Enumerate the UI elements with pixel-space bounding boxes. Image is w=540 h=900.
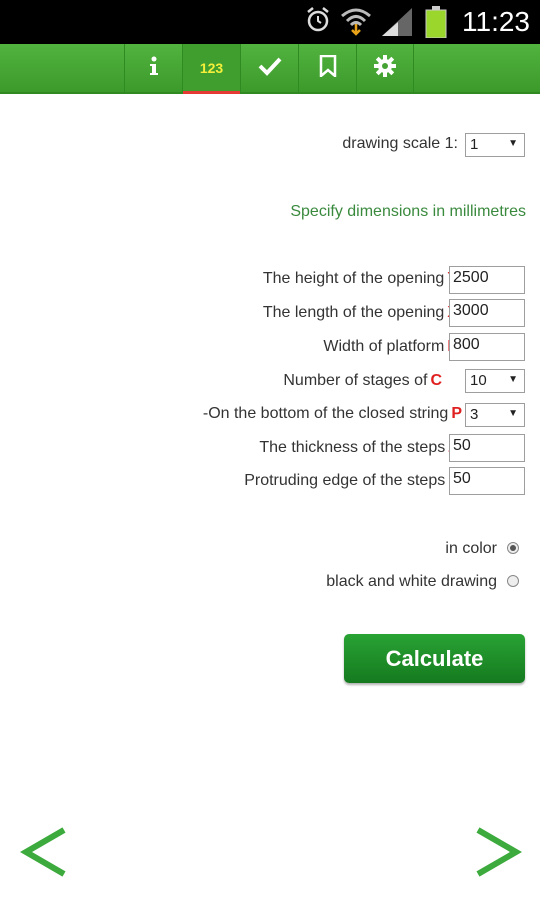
tab-calculator-label: 123	[199, 60, 224, 76]
prev-arrow-icon[interactable]	[20, 822, 68, 887]
platform-label-text: Width of platform	[323, 338, 445, 355]
height-label: The height of the openingY	[263, 270, 458, 288]
height-label-text: The height of the opening	[262, 270, 445, 287]
stages-letter: C	[430, 372, 442, 389]
wifi-icon	[340, 6, 372, 41]
thickness-input[interactable]: 50	[449, 434, 525, 462]
units-hint: Specify dimensions in millimetres	[290, 203, 526, 220]
length-input[interactable]: 3000	[449, 299, 525, 327]
tab-bookmark[interactable]	[298, 44, 356, 92]
status-bar: 11:23	[0, 0, 540, 44]
stages-select[interactable]: 10 ▼	[465, 369, 525, 393]
thickness-label: The thickness of the stepsZ	[259, 439, 458, 457]
scale-value: 1	[470, 136, 479, 153]
dropdown-arrow-icon: ▼	[508, 138, 518, 149]
calculate-button[interactable]: Calculate	[344, 634, 525, 683]
edge-label-text: Protruding edge of the steps	[244, 472, 446, 489]
battery-icon	[425, 6, 447, 43]
next-arrow-icon[interactable]	[474, 822, 522, 887]
stages-value: 10	[470, 372, 487, 389]
edge-label: Protruding edge of the stepsF	[244, 472, 458, 490]
tab-settings[interactable]	[356, 44, 414, 92]
signal-icon	[380, 6, 414, 41]
closed-string-select[interactable]: 3 ▼	[465, 403, 525, 427]
closed-string-label: -On the bottom of the closed string P	[203, 405, 462, 423]
color-radio[interactable]	[507, 542, 519, 554]
color-option-label: in color	[445, 540, 497, 557]
dropdown-arrow-icon: ▼	[508, 374, 518, 385]
clock: 11:23	[462, 6, 530, 37]
tab-info[interactable]	[124, 44, 182, 92]
closed-string-value: 3	[470, 406, 479, 423]
scale-label: drawing scale 1:	[342, 135, 458, 152]
stages-label: Number of stages of C	[283, 372, 442, 390]
gear-icon	[374, 54, 396, 82]
tab-calculator[interactable]: 123	[182, 44, 240, 94]
tab-check[interactable]	[240, 44, 298, 92]
scale-select[interactable]: 1 ▼	[465, 133, 525, 157]
top-toolbar: 123	[0, 44, 540, 94]
alarm-icon	[305, 6, 331, 39]
bw-option-label: black and white drawing	[326, 573, 497, 590]
length-label-text: The length of the opening	[262, 304, 445, 321]
bw-radio[interactable]	[507, 575, 519, 587]
height-input[interactable]: 2500	[449, 266, 525, 294]
platform-label: Width of platformE	[323, 338, 458, 356]
checkmark-icon	[258, 56, 282, 81]
dropdown-arrow-icon: ▼	[508, 408, 518, 419]
length-label: The length of the openingX	[263, 304, 458, 322]
info-icon	[149, 56, 159, 81]
stages-label-text: Number of stages of	[283, 372, 428, 389]
bookmark-icon	[319, 54, 337, 82]
edge-input[interactable]: 50	[449, 467, 525, 495]
thickness-label-text: The thickness of the steps	[259, 439, 446, 456]
tab-bar: 123	[124, 44, 414, 94]
closed-string-letter: P	[451, 405, 462, 422]
closed-string-label-text: -On the bottom of the closed string	[202, 405, 449, 422]
platform-input[interactable]: 800	[449, 333, 525, 361]
